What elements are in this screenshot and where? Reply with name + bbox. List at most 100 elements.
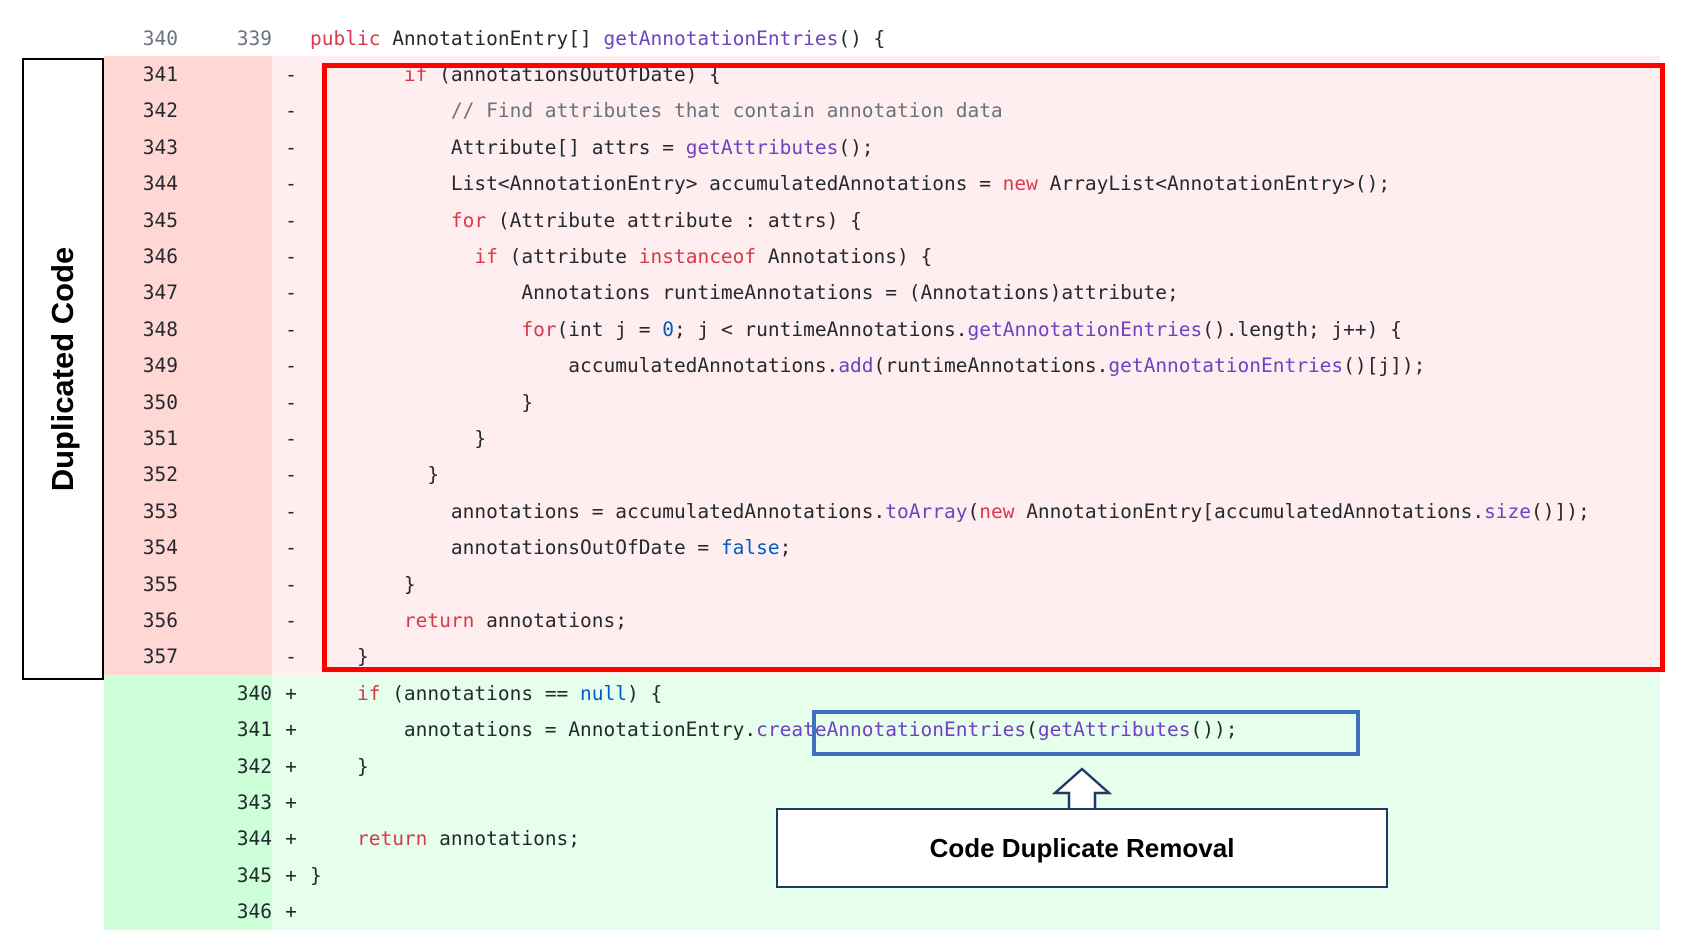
new-line-number (178, 274, 272, 312)
old-line-number: 343 (104, 129, 178, 166)
new-line-number (178, 638, 272, 676)
new-line-number: 343 (178, 784, 272, 821)
diff-sign: + (272, 893, 310, 930)
code-line: if (annotations == null) { (310, 675, 1660, 712)
new-line-number (178, 129, 272, 166)
diff-sign: - (272, 529, 310, 566)
duplicated-code-label: Duplicated Code (45, 246, 80, 492)
diff-row-context: 340 339 public AnnotationEntry[] getAnnota… (104, 20, 1660, 57)
code-token: public (310, 26, 381, 50)
old-line-number: 342 (104, 92, 178, 130)
old-line-number: 350 (104, 383, 178, 421)
diff-sign: + (272, 747, 310, 785)
new-line-number (178, 201, 272, 239)
code-token: () { (838, 26, 886, 50)
old-line-number: 340 (104, 20, 178, 57)
old-line-number: 347 (104, 274, 178, 312)
new-line-number (178, 347, 272, 384)
diff-sign (272, 20, 310, 56)
code-token: annotations; (427, 827, 581, 851)
code-token: (annotations == (380, 681, 581, 705)
new-line-number: 342 (178, 747, 272, 785)
old-line-number: 357 (104, 638, 178, 676)
diff-sign: - (272, 201, 310, 239)
new-line-number (178, 238, 272, 275)
old-line-number: 355 (104, 565, 178, 603)
diff-sign: + (272, 820, 310, 857)
old-line-number (104, 675, 178, 712)
old-line-number: 353 (104, 493, 178, 530)
new-line-number: 346 (178, 893, 272, 930)
duplicated-code-callout: Duplicated Code (22, 58, 104, 680)
diff-sign: + (272, 784, 310, 821)
old-line-number: 344 (104, 165, 178, 202)
diff-sign: - (272, 565, 310, 603)
old-line-number: 351 (104, 420, 178, 457)
old-line-number: 356 (104, 602, 178, 639)
code-token: } (310, 863, 322, 887)
new-line-number (178, 311, 272, 348)
old-line-number: 348 (104, 311, 178, 348)
diff-sign: - (272, 56, 310, 93)
up-arrow-icon (1052, 767, 1112, 812)
new-line-number (178, 165, 272, 202)
diff-sign: - (272, 274, 310, 312)
new-line-number: 339 (178, 20, 272, 57)
code-token: getAnnotationEntries (603, 26, 839, 50)
code-token: if (356, 681, 381, 705)
code-token: } (356, 754, 369, 778)
new-line-number (178, 456, 272, 494)
code-line (310, 893, 1660, 930)
replacement-call-highlight (812, 710, 1360, 756)
new-line-number (178, 420, 272, 457)
new-line-number (178, 529, 272, 566)
new-line-number (178, 383, 272, 421)
old-line-number: 345 (104, 201, 178, 239)
code-duplicate-removal-label: Code Duplicate Removal (929, 832, 1235, 863)
diff-sign: - (272, 383, 310, 421)
old-line-number: 349 (104, 347, 178, 384)
new-line-number (178, 602, 272, 639)
code-token: return (356, 827, 428, 851)
new-line-number (178, 493, 272, 530)
new-line-number: 341 (178, 711, 272, 748)
old-line-number (104, 747, 178, 785)
code-token: null (580, 681, 628, 705)
old-line-number (104, 893, 178, 930)
diff-sign: + (272, 711, 310, 748)
new-line-number (178, 565, 272, 603)
old-line-number (104, 856, 178, 894)
duplicated-code-highlight (322, 63, 1665, 672)
diff-sign: - (272, 638, 310, 676)
new-line-number: 344 (178, 820, 272, 857)
old-line-number: 354 (104, 529, 178, 566)
diff-row-added: 346 + (104, 893, 1660, 930)
code-duplicate-removal-callout: Code Duplicate Removal (776, 808, 1388, 888)
diff-sign: - (272, 311, 310, 348)
diff-sign: - (272, 420, 310, 457)
old-line-number: 341 (104, 56, 178, 93)
old-line-number: 346 (104, 238, 178, 275)
code-token: AnnotationEntry[] (380, 26, 604, 50)
old-line-number (104, 784, 178, 821)
old-line-number (104, 820, 178, 857)
diff-sign: - (272, 602, 310, 639)
code-line: public AnnotationEntry[] getAnnotationEn… (310, 20, 1660, 57)
old-line-number: 352 (104, 456, 178, 494)
new-line-number (178, 92, 272, 130)
code-token: ) { (627, 681, 663, 705)
new-line-number: 345 (178, 856, 272, 894)
new-line-number: 340 (178, 675, 272, 712)
diff-sign: + (272, 856, 310, 894)
old-line-number (104, 711, 178, 748)
diff-sign: + (272, 675, 310, 712)
code-token: annotations = AnnotationEntry. (403, 718, 757, 742)
diff-sign: - (272, 347, 310, 384)
diff-sign: - (272, 493, 310, 530)
new-line-number (178, 56, 272, 93)
diff-row-added: 340 + if (annotations == null) { (104, 675, 1660, 712)
